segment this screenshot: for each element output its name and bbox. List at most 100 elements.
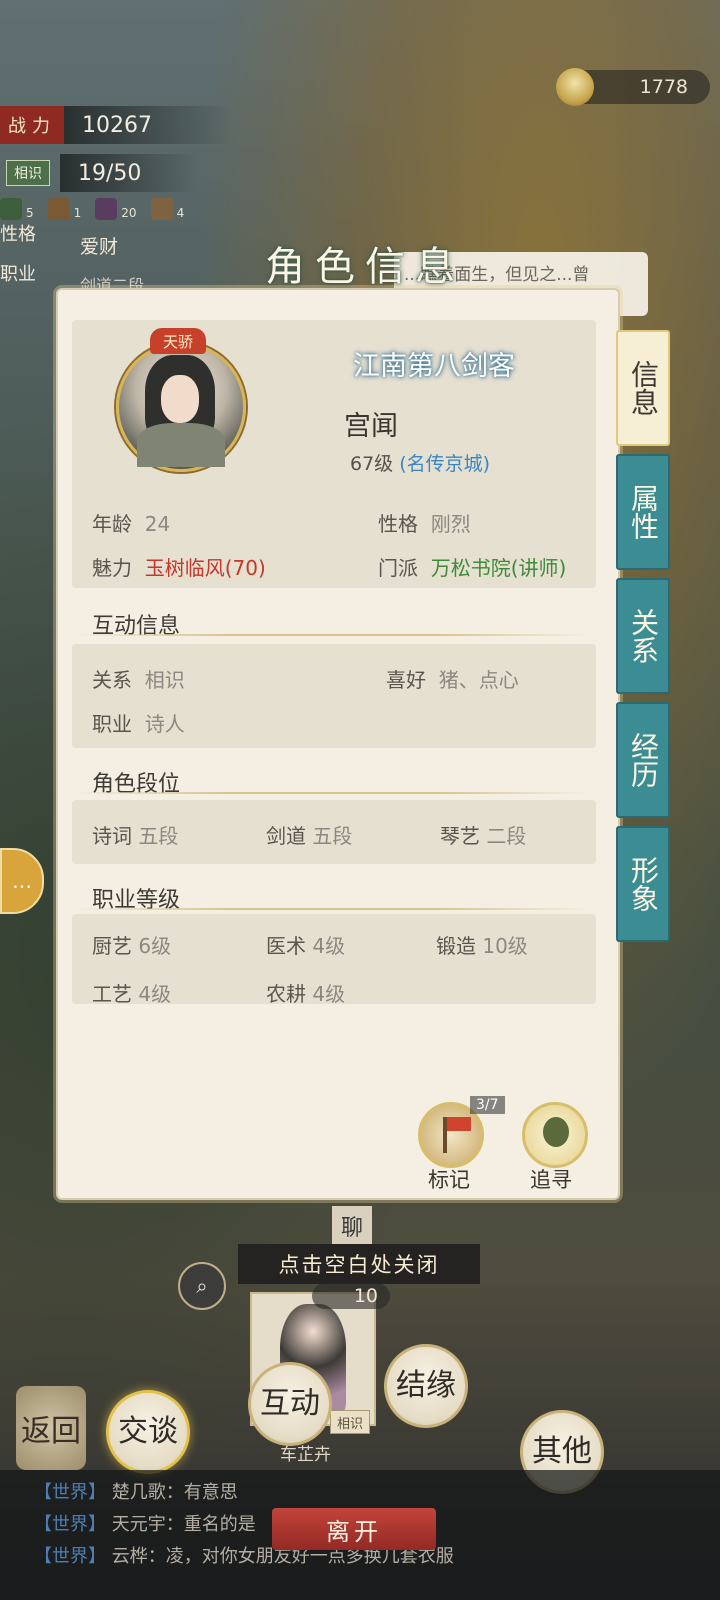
occupation-label: 职业 <box>92 712 132 736</box>
age-label: 年龄 <box>92 512 132 536</box>
currency-display[interactable]: 1778 <box>556 68 710 106</box>
character-fame: (名传京城) <box>399 453 491 475</box>
job-level-item: 工艺 4级 <box>92 978 171 1007</box>
rank-label: 琴艺 <box>440 824 480 848</box>
section-divider <box>72 634 592 636</box>
character-avatar[interactable] <box>116 342 246 472</box>
mark-count: 3/7 <box>470 1096 505 1114</box>
character-epithet: 江南第八剑客 <box>330 340 538 386</box>
rank-label: 诗词 <box>92 824 132 848</box>
bond-button[interactable]: 结缘 <box>384 1344 468 1428</box>
inventory-strip: 5 1 20 4 <box>0 198 184 220</box>
occupation-field: 职业 诗人 <box>92 708 185 737</box>
job-level-value: 4级 <box>138 982 172 1006</box>
job-level-label: 医术 <box>266 934 306 958</box>
likes-field: 喜好 猪、点心 <box>386 664 519 693</box>
leaf-icon <box>0 198 22 220</box>
wood-icon <box>47 198 70 220</box>
tab-label: 形象 <box>627 856 660 912</box>
chat-message: 【世界】 楚几歌：有意思 <box>34 1478 238 1504</box>
sect-field: 门派 万松书院(讲师) <box>378 552 566 581</box>
tab-label: 属性 <box>627 484 660 540</box>
chat-channel: 【世界】 <box>34 1482 106 1503</box>
inventory-item[interactable]: 5 <box>0 198 34 220</box>
job-level-value: 10级 <box>482 934 528 958</box>
tab-attributes[interactable]: 属性 <box>616 454 670 570</box>
personality-value: 爱财 <box>80 236 119 258</box>
job-level-label: 工艺 <box>92 982 132 1006</box>
likes-label: 喜好 <box>386 668 426 692</box>
tab-label: 经历 <box>627 732 660 788</box>
character-name: 宫闻 <box>344 411 398 442</box>
rank-item: 剑道 五段 <box>266 820 352 849</box>
rank-value: 五段 <box>312 824 353 848</box>
npc-count: 10 <box>312 1283 390 1309</box>
temper-value: 刚烈 <box>430 512 471 536</box>
chat-tab[interactable]: 聊 <box>332 1206 372 1246</box>
charm-label: 魅力 <box>92 556 132 580</box>
tab-appearance[interactable]: 形象 <box>616 826 670 942</box>
close-hint[interactable]: 点击空白处关闭 <box>238 1244 480 1284</box>
track-button[interactable] <box>522 1102 588 1168</box>
tab-label: 信息 <box>627 360 660 416</box>
age-field: 年龄 24 <box>92 508 170 537</box>
tab-label: 关系 <box>627 608 660 664</box>
character-level: 67级 <box>350 453 394 475</box>
tab-relations[interactable]: 关系 <box>616 578 670 694</box>
avatar-face <box>161 375 199 423</box>
character-level-line: 67级 (名传京城) <box>350 449 490 476</box>
rank-value: 二段 <box>486 824 527 848</box>
mark-label: 标记 <box>428 1168 470 1192</box>
job-level-label: 农耕 <box>266 982 306 1006</box>
inventory-item[interactable]: 1 <box>47 198 81 220</box>
talent-badge: 天骄 <box>150 328 206 354</box>
temper-field: 性格 刚烈 <box>378 508 471 537</box>
rank-value: 五段 <box>138 824 179 848</box>
ore-icon <box>95 198 118 220</box>
chat-text: 天元宇：重名的是 <box>111 1514 256 1535</box>
search-icon[interactable]: ⌕ <box>178 1262 226 1310</box>
occupation-value: 诗人 <box>144 712 185 736</box>
age-value: 24 <box>144 512 171 536</box>
npc-relation-tag: 相识 <box>330 1410 370 1434</box>
relation-progress: 19/50 <box>60 154 198 192</box>
section-divider <box>72 792 592 794</box>
log-icon <box>150 198 173 220</box>
interact-button[interactable]: 互动 <box>248 1362 332 1446</box>
job-level-label: 厨艺 <box>92 934 132 958</box>
temper-label: 性格 <box>378 512 418 536</box>
inventory-item[interactable]: 4 <box>150 198 184 220</box>
job-level-value: 4级 <box>312 982 346 1006</box>
panel-title: 角色信息 <box>190 218 540 308</box>
job-level-item: 农耕 4级 <box>266 978 345 1007</box>
back-button[interactable]: 返回 <box>16 1386 86 1470</box>
talk-button[interactable]: 交谈 <box>106 1390 190 1474</box>
rank-item: 诗词 五段 <box>92 820 178 849</box>
currency-value: 1778 <box>639 76 688 98</box>
sect-label: 门派 <box>378 556 418 580</box>
inventory-item[interactable]: 20 <box>95 198 137 220</box>
track-label: 追寻 <box>530 1168 572 1192</box>
tab-history[interactable]: 经历 <box>616 702 670 818</box>
relation-tag: 相识 <box>6 160 50 186</box>
likes-value: 猪、点心 <box>438 668 519 692</box>
sect-value: 万松书院(讲师) <box>430 556 567 580</box>
job-label: 职业 <box>0 264 36 285</box>
avatar-robe <box>137 423 225 467</box>
charm-field: 魅力 玉树临风(70) <box>92 552 266 581</box>
personality-label: 性格 <box>0 224 36 245</box>
relation-label: 关系 <box>92 668 132 692</box>
job-level-label: 锻造 <box>436 934 476 958</box>
chat-text: 楚几歌：有意思 <box>111 1482 238 1503</box>
tab-info[interactable]: 信息 <box>616 330 670 446</box>
job-level-item: 医术 4级 <box>266 930 345 959</box>
combat-power-label: 战力 <box>0 106 64 144</box>
leave-button[interactable]: 离开 <box>272 1508 436 1550</box>
relation-row: 相识 19/50 <box>0 154 198 192</box>
rice-bowl-icon <box>556 68 594 106</box>
location-pin-icon <box>543 1117 569 1147</box>
job-level-value: 6级 <box>138 934 172 958</box>
chat-message: 【世界】 天元宇：重名的是 <box>34 1510 256 1536</box>
job-level-item: 锻造 10级 <box>436 930 528 959</box>
combat-power-row: 战力 10267 <box>0 106 232 144</box>
